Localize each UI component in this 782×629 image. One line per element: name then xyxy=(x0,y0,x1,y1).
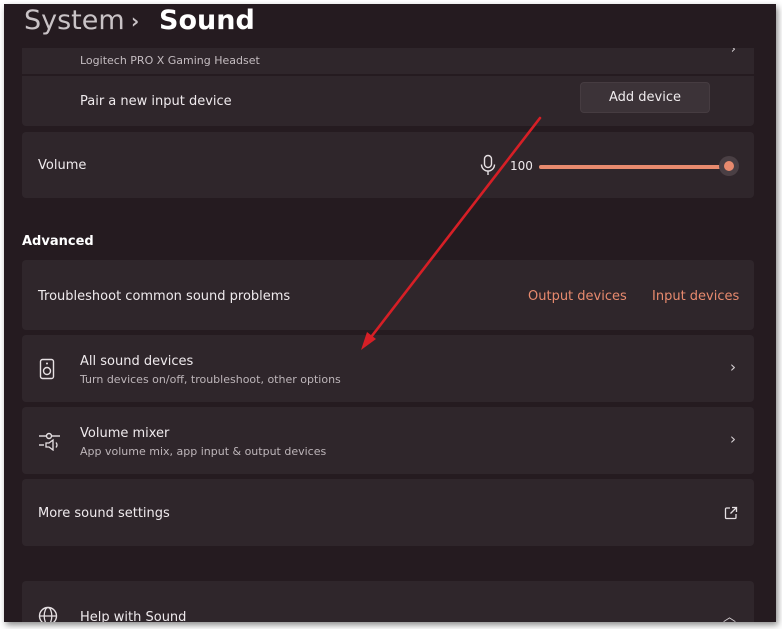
volume-mixer-subtitle: App volume mix, app input & output devic… xyxy=(80,445,327,458)
globe-icon xyxy=(38,606,58,622)
input-devices-link[interactable]: Input devices xyxy=(652,289,739,304)
chevron-right-icon: › xyxy=(730,358,736,376)
pair-input-device-row: Pair a new input device Add device xyxy=(22,76,754,126)
volume-slider-fill xyxy=(539,165,729,169)
volume-value: 100 xyxy=(510,159,533,173)
advanced-heading: Advanced xyxy=(22,234,94,249)
volume-row: Volume 100 xyxy=(22,132,754,198)
pair-input-device-label: Pair a new input device xyxy=(80,94,232,109)
volume-slider[interactable] xyxy=(539,165,729,169)
external-link-icon xyxy=(724,506,738,520)
all-sound-devices-row[interactable]: All sound devices Turn devices on/off, t… xyxy=(22,335,754,402)
chevron-right-icon: › xyxy=(730,430,736,448)
output-devices-link[interactable]: Output devices xyxy=(528,289,627,304)
troubleshoot-label: Troubleshoot common sound problems xyxy=(38,289,291,304)
microphone-icon[interactable] xyxy=(479,154,497,176)
all-sound-devices-subtitle: Turn devices on/off, troubleshoot, other… xyxy=(80,373,341,386)
volume-label: Volume xyxy=(38,158,87,173)
breadcrumb-separator: › xyxy=(131,9,140,33)
settings-window: System › Sound Logitech PRO X Gaming Hea… xyxy=(4,4,776,622)
speaker-icon xyxy=(39,358,55,380)
input-device-name: Logitech PRO X Gaming Headset xyxy=(80,54,260,67)
help-with-sound-row[interactable]: Help with Sound ︿ xyxy=(22,581,754,622)
title-bar: System › Sound xyxy=(4,4,776,48)
more-sound-settings-label: More sound settings xyxy=(38,506,170,521)
volume-mixer-title: Volume mixer xyxy=(80,426,170,441)
volume-mixer-row[interactable]: Volume mixer App volume mix, app input &… xyxy=(22,407,754,474)
help-with-sound-title: Help with Sound xyxy=(80,610,187,622)
more-sound-settings-row[interactable]: More sound settings xyxy=(22,479,754,546)
page-title: Sound xyxy=(159,5,255,36)
troubleshoot-row: Troubleshoot common sound problems Outpu… xyxy=(22,260,754,330)
add-device-button[interactable]: Add device xyxy=(580,82,710,113)
mixer-icon xyxy=(39,432,60,451)
all-sound-devices-title: All sound devices xyxy=(80,354,194,369)
volume-slider-thumb[interactable] xyxy=(719,156,739,176)
chevron-up-icon[interactable]: ︿ xyxy=(723,606,736,622)
breadcrumb-system[interactable]: System xyxy=(24,5,125,36)
